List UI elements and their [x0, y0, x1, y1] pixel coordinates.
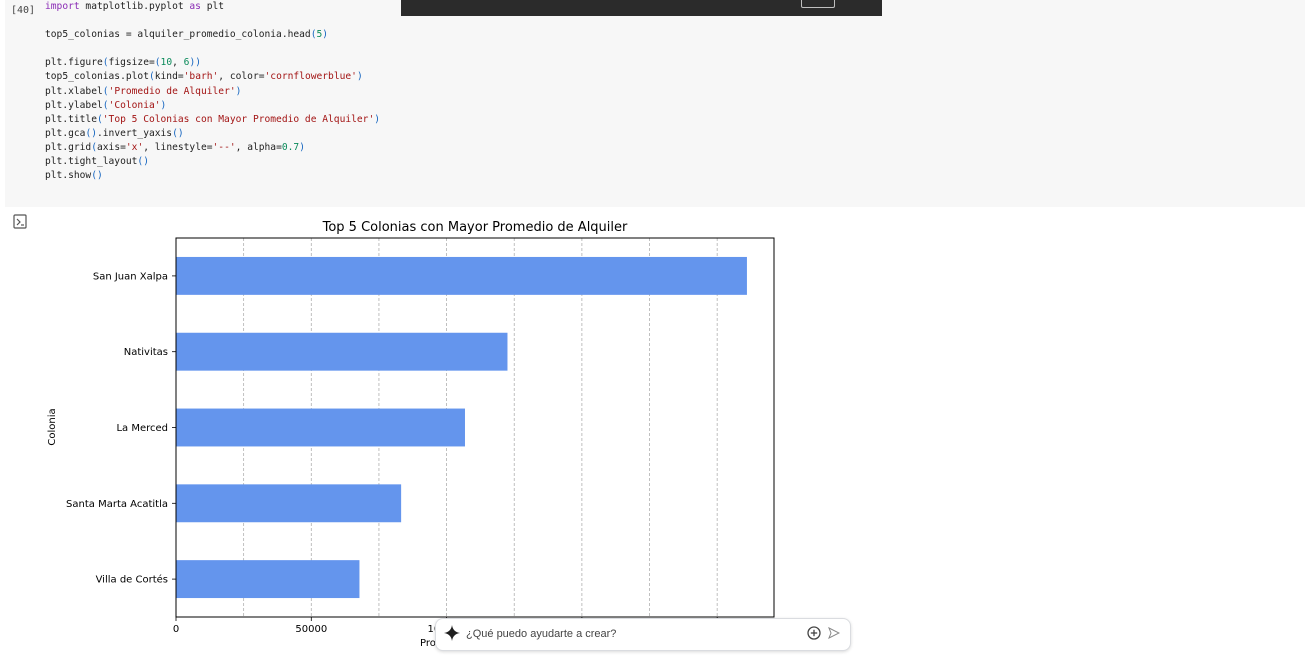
code-token: 'x' [125, 141, 144, 153]
gemini-prompt-bar[interactable] [435, 618, 851, 651]
code-token: )) [189, 57, 202, 69]
code-line: plt.grid(axis='x', linestyle='--', alpha… [45, 141, 380, 155]
bar [176, 484, 402, 523]
bar [176, 560, 360, 599]
code-token: plt.ylabel [45, 99, 103, 111]
code-token: 'Colonia' [108, 99, 161, 111]
code-token: 'cornflowerblue' [264, 71, 357, 83]
code-token: ) [374, 113, 381, 125]
chart-ylabel: Colonia [47, 408, 58, 445]
code-token: ) [160, 99, 167, 111]
code-token: plt.xlabel [45, 85, 103, 97]
send-icon[interactable] [828, 627, 840, 639]
code-line: plt.figure(figsize=(10, 6)) [45, 56, 380, 70]
code-token: () [172, 127, 184, 139]
code-line: plt.tight_layout() [45, 155, 380, 169]
execution-count: [40] [11, 5, 36, 16]
toolbar-button[interactable] [801, 0, 835, 8]
code-token: top5_colonias.plot [45, 71, 149, 83]
code-token: ) [235, 85, 242, 97]
code-token: matplotlib.pyplot [79, 1, 190, 12]
y-tick-label: Santa Marta Acatitla [66, 499, 168, 510]
code-token: () [85, 127, 97, 139]
add-circle-icon[interactable] [807, 626, 821, 640]
code-line: top5_colonias.plot(kind='barh', color='c… [45, 70, 380, 84]
code-token: plt.title [45, 113, 97, 125]
code-token: ) [322, 29, 329, 41]
code-token: '--' [212, 141, 236, 153]
code-token: , alpha= [235, 141, 282, 153]
y-tick-label: San Juan Xalpa [93, 271, 168, 282]
code-token: 10 [160, 57, 173, 69]
code-token: , linestyle= [143, 141, 213, 153]
code-token: plt.show [45, 170, 92, 182]
code-line: plt.ylabel('Colonia') [45, 99, 380, 113]
code-token: top5_colonias = alquiler_promedio_coloni… [45, 29, 311, 41]
code-cell[interactable]: [40] import matplotlib.pyplot as plt top… [5, 0, 1305, 207]
top-toolbar [401, 0, 882, 16]
code-token: 'Promedio de Alquiler' [108, 85, 236, 97]
code-token: , color= [218, 71, 265, 83]
x-tick-label: 50000 [295, 624, 327, 635]
code-token: ) [356, 71, 363, 83]
bar [176, 256, 747, 295]
code-token: plt.gca [45, 127, 86, 139]
chart-title: Top 5 Colonias con Mayor Promedio de Alq… [322, 220, 628, 235]
code-token: plt.grid [45, 141, 92, 153]
code-token: plt [200, 1, 225, 12]
code-token: () [91, 170, 103, 182]
code-token: 0.7 [281, 141, 300, 153]
code-line: plt.title('Top 5 Colonias con Mayor Prom… [45, 113, 380, 127]
code-line: plt.xlabel('Promedio de Alquiler') [45, 85, 380, 99]
code-editor[interactable]: import matplotlib.pyplot as plt top5_col… [45, 0, 380, 183]
code-token: kind= [154, 71, 184, 83]
code-line: plt.gca().invert_yaxis() [45, 127, 380, 141]
code-token: ) [299, 141, 305, 153]
chart-xlabel: Pro [420, 638, 436, 649]
code-token: axis= [97, 141, 126, 153]
bar [176, 332, 508, 371]
code-token: import [45, 1, 80, 12]
code-line: top5_colonias = alquiler_promedio_coloni… [45, 28, 380, 42]
y-tick-label: La Merced [116, 423, 168, 434]
code-token: 'barh' [183, 71, 219, 83]
code-token: plt.figure [45, 57, 103, 69]
code-token: as [189, 1, 201, 12]
code-token: plt.tight_layout [45, 156, 138, 168]
code-token: .invert_yaxis [97, 127, 173, 139]
y-tick-label: Nativitas [124, 347, 168, 358]
code-token: figsize= [108, 57, 155, 69]
bar-chart: Top 5 Colonias con Mayor Promedio de Alq… [47, 220, 775, 649]
gemini-prompt-input[interactable] [466, 625, 796, 643]
code-token: 'Top 5 Colonias con Mayor Promedio de Al… [102, 113, 375, 125]
code-token: , [172, 57, 184, 69]
bar [176, 408, 465, 447]
x-tick-label: 0 [173, 624, 179, 635]
y-tick-label: Villa de Cortés [96, 574, 168, 586]
code-token: () [137, 156, 149, 168]
gemini-spark-icon [444, 625, 460, 641]
code-line: plt.show() [45, 169, 380, 183]
code-line: import matplotlib.pyplot as plt [45, 0, 380, 14]
